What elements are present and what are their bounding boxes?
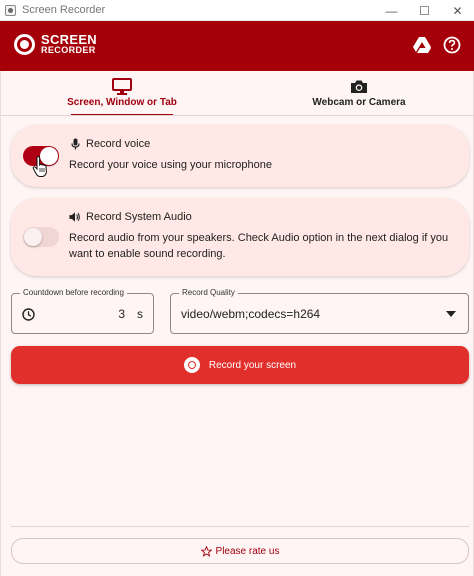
window-title: Screen Recorder	[22, 4, 106, 16]
source-tabs: Screen, Window or Tab Webcam or Camera	[1, 71, 474, 116]
record-system-audio-option[interactable]: Record System Audio Record audio from yo…	[11, 198, 469, 276]
logo-text: SCREEN RECORDER	[41, 33, 97, 55]
option-title: Record System Audio	[69, 211, 192, 223]
logo-line2: RECORDER	[41, 45, 96, 55]
google-drive-icon[interactable]	[412, 35, 432, 55]
record-screen-label: Record your screen	[208, 359, 297, 371]
minimize-button[interactable]: —	[375, 0, 408, 21]
rate-us-button[interactable]: Please rate us	[11, 538, 469, 564]
record-voice-title: Record voice	[86, 138, 151, 150]
window-controls: — ☐ ✕	[375, 0, 474, 21]
app-header: SCREEN RECORDER	[0, 21, 474, 71]
toggle-knob	[24, 228, 42, 246]
speaker-icon	[69, 211, 81, 223]
hand-cursor-icon	[32, 156, 47, 177]
monitor-icon	[112, 77, 132, 95]
logo-record-icon	[14, 34, 35, 55]
record-quality-select[interactable]: Record Quality video/webm;codecs=h264	[170, 287, 469, 334]
app-icon	[5, 4, 16, 16]
countdown-value[interactable]: 3	[118, 307, 125, 321]
record-icon	[183, 357, 200, 373]
camera-icon	[350, 77, 368, 95]
microphone-icon	[69, 138, 81, 150]
countdown-label: Countdown before recording	[20, 287, 127, 299]
record-voice-description: Record your voice using your microphone	[69, 159, 272, 171]
tab-label: Webcam or Camera	[312, 97, 406, 108]
record-quality-value: video/webm;codecs=h264	[181, 307, 321, 321]
tab-label: Screen, Window or Tab	[67, 97, 177, 108]
record-quality-label: Record Quality	[179, 287, 238, 299]
record-voice-option[interactable]: Record voice Record your voice using you…	[11, 125, 469, 187]
countdown-unit: s	[137, 307, 143, 321]
rate-us-label: Please rate us	[215, 545, 280, 557]
help-icon[interactable]	[442, 35, 462, 55]
star-icon	[200, 545, 212, 557]
option-title: Record voice	[69, 138, 150, 150]
record-system-audio-description: Record audio from your speakers. Check A…	[69, 232, 449, 260]
maximize-button[interactable]: ☐	[408, 0, 441, 21]
main-content: Screen, Window or Tab Webcam or Camera R…	[0, 71, 474, 576]
record-screen-button[interactable]: Record your screen	[11, 346, 469, 384]
record-system-audio-title: Record System Audio	[86, 211, 192, 223]
clock-icon	[22, 308, 35, 321]
countdown-field[interactable]: Countdown before recording 3 s	[11, 287, 154, 334]
window-titlebar: Screen Recorder — ☐ ✕	[0, 0, 474, 21]
tabs-divider	[1, 115, 474, 116]
app-logo: SCREEN RECORDER	[14, 33, 97, 55]
record-system-audio-toggle[interactable]	[23, 227, 59, 247]
tab-screen-window-tab[interactable]: Screen, Window or Tab	[57, 71, 187, 116]
tab-webcam-camera[interactable]: Webcam or Camera	[291, 71, 427, 115]
footer-divider	[11, 526, 469, 527]
close-button[interactable]: ✕	[441, 0, 474, 21]
dropdown-arrow-icon	[446, 311, 456, 317]
